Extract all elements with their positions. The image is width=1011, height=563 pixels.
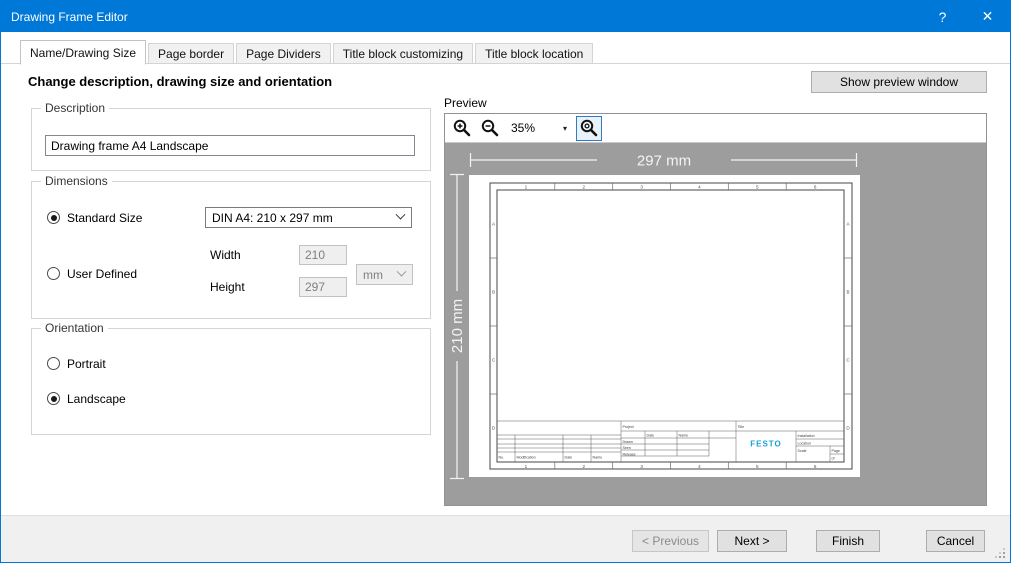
description-group: Description — [31, 108, 431, 171]
standard-size-value: DIN A4: 210 x 297 mm — [212, 211, 333, 225]
svg-text:Project: Project — [623, 425, 634, 429]
zoom-level-select[interactable]: 35% ▾ — [507, 118, 569, 138]
svg-text:B: B — [846, 290, 849, 295]
svg-text:No.: No. — [499, 455, 505, 459]
svg-text:Name: Name — [679, 434, 689, 438]
svg-text:Scale: Scale — [798, 449, 807, 453]
svg-text:3: 3 — [640, 464, 643, 469]
width-field — [299, 245, 347, 265]
tab-page-dividers[interactable]: Page Dividers — [236, 43, 331, 64]
preview-canvas[interactable]: 297 mm 210 mm — [445, 143, 986, 505]
width-label: Width — [210, 248, 241, 262]
portrait-radio[interactable] — [47, 357, 60, 370]
unit-select: mm — [356, 264, 413, 285]
landscape-label: Landscape — [67, 392, 126, 406]
footer-bar: < Previous Next > Finish Cancel — [1, 515, 1010, 562]
portrait-label: Portrait — [67, 357, 106, 371]
user-defined-radio[interactable] — [47, 267, 60, 280]
svg-text:Installation: Installation — [798, 434, 815, 438]
svg-text:3: 3 — [640, 185, 643, 190]
svg-text:1: 1 — [525, 185, 528, 190]
svg-text:Title: Title — [738, 425, 745, 429]
resize-grip-icon[interactable] — [1003, 556, 1005, 558]
festo-logo: FESTO — [750, 440, 782, 449]
svg-text:Seen: Seen — [623, 446, 631, 450]
svg-text:Name: Name — [593, 455, 603, 459]
unit-value: mm — [363, 268, 383, 282]
show-preview-window-button[interactable]: Show preview window — [811, 71, 987, 93]
user-defined-label: User Defined — [67, 267, 137, 281]
next-button[interactable]: Next > — [717, 530, 787, 552]
tab-bar: Name/Drawing Size Page border Page Divid… — [20, 39, 595, 64]
chevron-down-icon: ▾ — [563, 124, 569, 133]
standard-size-label: Standard Size — [67, 211, 142, 225]
height-label: Height — [210, 280, 245, 294]
orientation-group: Orientation Portrait Landscape — [31, 328, 431, 435]
zoom-in-icon[interactable] — [451, 118, 472, 139]
chevron-down-icon — [397, 267, 407, 277]
chevron-down-icon — [396, 210, 406, 220]
svg-text:2: 2 — [583, 464, 586, 469]
preview-panel: 35% ▾ 297 mm — [444, 113, 987, 506]
svg-text:5: 5 — [756, 185, 759, 190]
svg-text:Drawn: Drawn — [623, 440, 633, 444]
svg-text:4: 4 — [698, 185, 701, 190]
zoom-out-icon[interactable] — [479, 118, 500, 139]
dimensions-group-label: Dimensions — [41, 174, 112, 188]
svg-text:4: 4 — [698, 464, 701, 469]
tab-name-drawing-size[interactable]: Name/Drawing Size — [20, 40, 146, 65]
drawing-frame-editor-window: Drawing Frame Editor ? ✕ Name/Drawing Si… — [0, 0, 1011, 563]
dimensions-group: Dimensions Standard Size DIN A4: 210 x 2… — [31, 181, 431, 319]
svg-text:Modification: Modification — [517, 455, 536, 459]
description-input[interactable] — [45, 135, 415, 156]
finish-button[interactable]: Finish — [816, 530, 880, 552]
drawing-page — [469, 175, 860, 477]
window-title: Drawing Frame Editor — [1, 10, 920, 24]
zoom-level-value: 35% — [511, 121, 535, 135]
svg-text:6: 6 — [814, 464, 817, 469]
svg-text:B: B — [492, 290, 495, 295]
zoom-region-icon — [579, 118, 599, 138]
cancel-button[interactable]: Cancel — [926, 530, 985, 552]
description-group-label: Description — [41, 101, 109, 115]
svg-text:Page: Page — [832, 449, 840, 453]
width-dimension-label: 297 mm — [637, 153, 691, 170]
standard-size-select[interactable]: DIN A4: 210 x 297 mm — [205, 207, 412, 228]
previous-button[interactable]: < Previous — [632, 530, 709, 552]
standard-size-radio[interactable] — [47, 211, 60, 224]
tab-title-block-location[interactable]: Title block location — [475, 43, 593, 64]
svg-text:of: of — [832, 457, 835, 461]
svg-text:2: 2 — [583, 185, 586, 190]
tab-page-border[interactable]: Page border — [148, 43, 234, 64]
orientation-group-label: Orientation — [41, 321, 108, 335]
svg-text:Date: Date — [647, 434, 655, 438]
page-title: Change description, drawing size and ori… — [28, 74, 332, 89]
svg-text:6: 6 — [814, 185, 817, 190]
help-icon[interactable]: ? — [920, 1, 965, 32]
svg-text:Date: Date — [565, 455, 573, 459]
svg-text:Location: Location — [798, 442, 812, 446]
height-dimension-label: 210 mm — [449, 299, 466, 353]
tab-title-block-customizing[interactable]: Title block customizing — [333, 43, 473, 64]
preview-toolbar: 35% ▾ — [445, 114, 986, 143]
preview-label: Preview — [444, 96, 487, 110]
svg-text:Release: Release — [623, 452, 636, 456]
close-icon[interactable]: ✕ — [965, 1, 1010, 32]
titlebar[interactable]: Drawing Frame Editor ? ✕ — [1, 1, 1010, 32]
svg-text:5: 5 — [756, 464, 759, 469]
landscape-radio[interactable] — [47, 392, 60, 405]
height-field — [299, 277, 347, 297]
svg-text:1: 1 — [525, 464, 528, 469]
zoom-region-button[interactable] — [576, 116, 602, 141]
